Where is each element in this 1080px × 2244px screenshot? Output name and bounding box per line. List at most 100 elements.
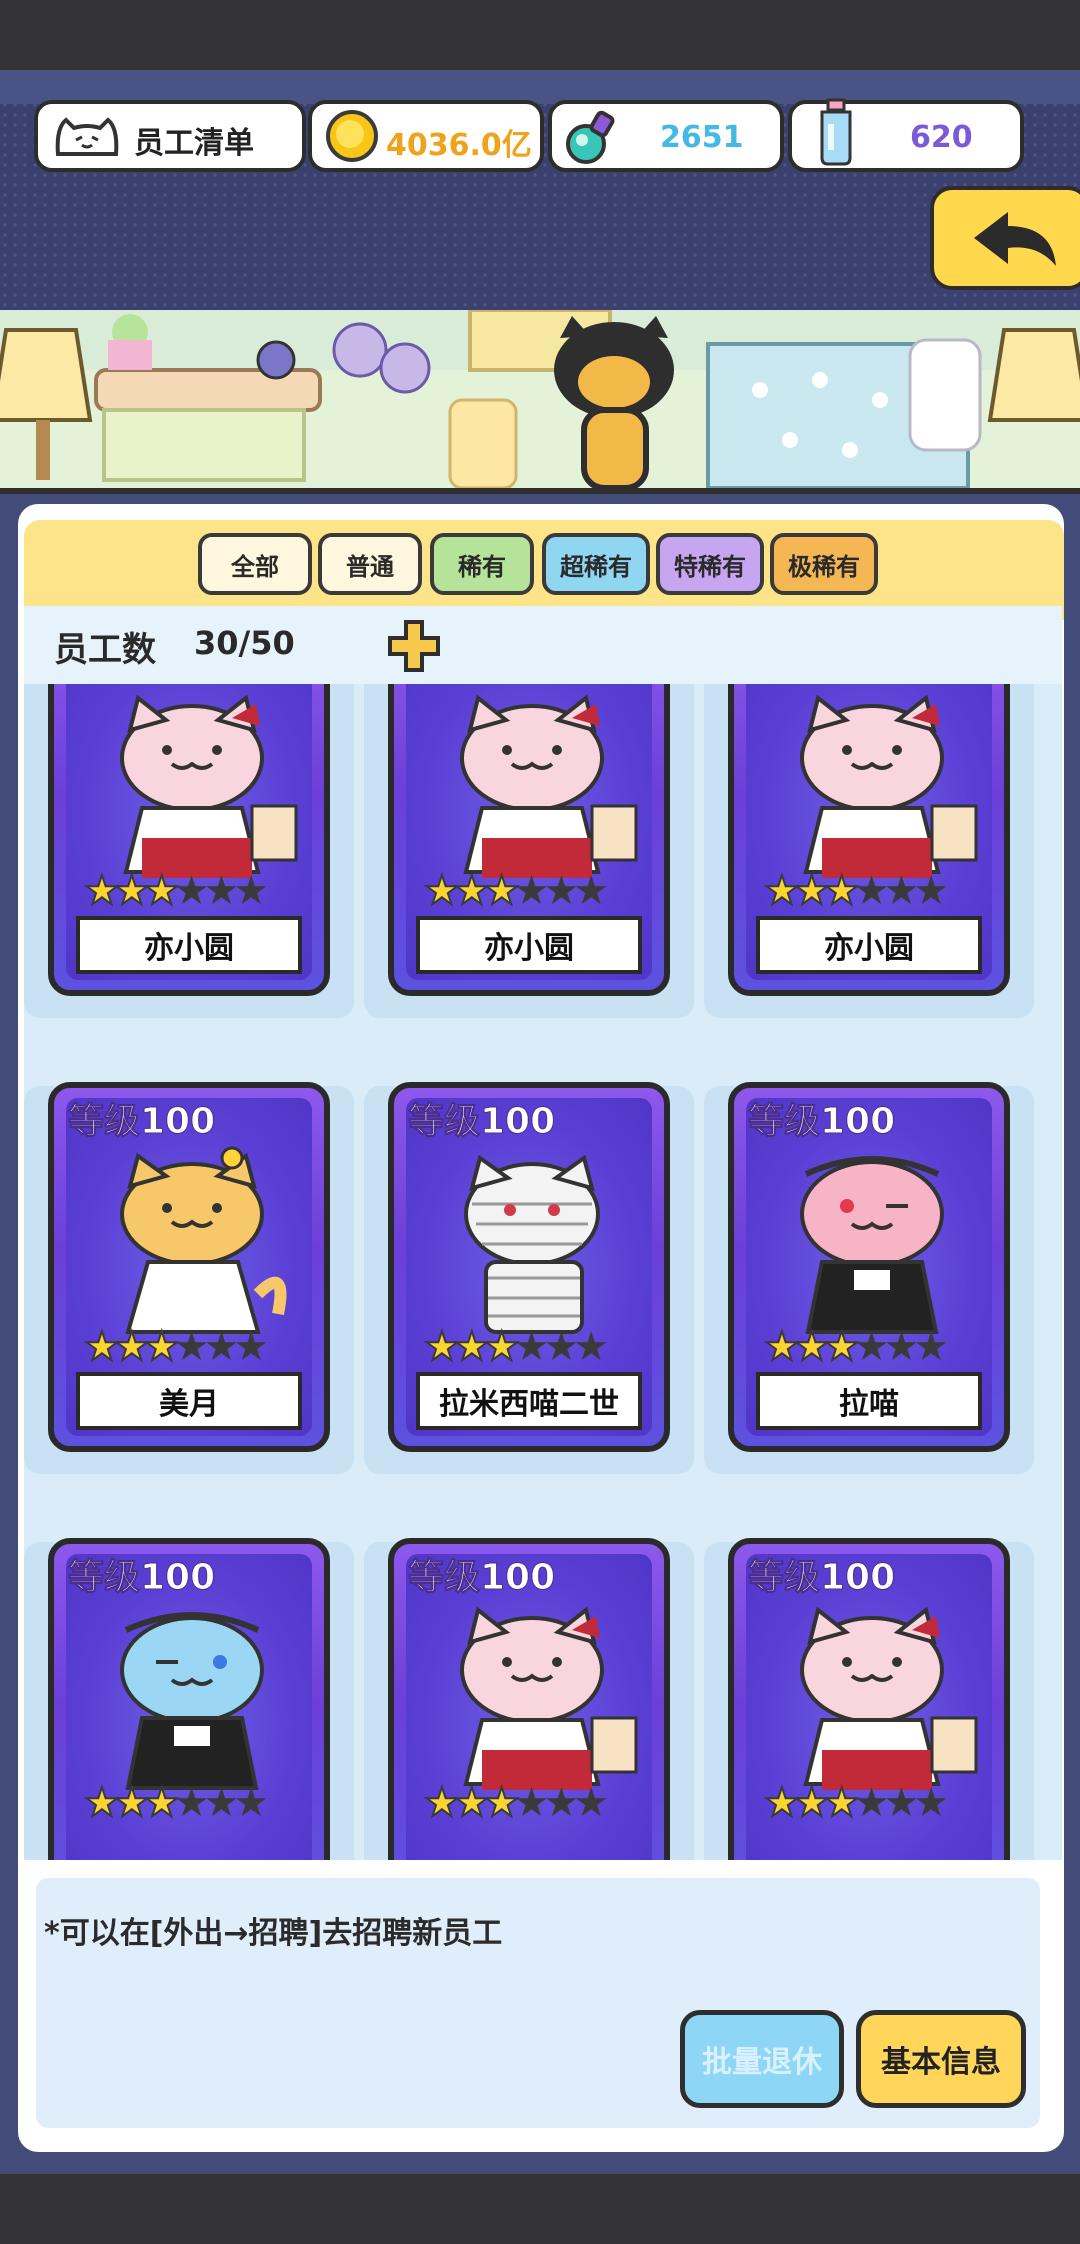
star-empty-icon: ★ bbox=[573, 1324, 609, 1370]
staff-card[interactable]: 等级100 ★★★★★★ bbox=[48, 1538, 330, 1860]
star-empty-icon: ★ bbox=[573, 1780, 609, 1826]
staff-card[interactable]: 等级100 ★★★★★★ 拉米西喵二世 bbox=[388, 1082, 670, 1452]
star-filled-icon: ★ bbox=[83, 867, 121, 915]
basic-info-button[interactable]: 基本信息 bbox=[856, 2010, 1026, 2108]
water-bottle-icon bbox=[820, 98, 852, 166]
star-filled-icon: ★ bbox=[483, 867, 521, 915]
card-stars: ★★★★★★ bbox=[83, 1779, 269, 1827]
cards-grid: 等级100★★★★★★亦小圆等级100★★★★★★亦小圆等级100★★★★★★亦… bbox=[24, 684, 1062, 1860]
star-filled-icon: ★ bbox=[823, 1779, 861, 1827]
star-empty-icon: ★ bbox=[883, 1324, 919, 1370]
card-stars: ★★★★★★ bbox=[423, 1779, 609, 1827]
potion-amount: 2651 bbox=[660, 120, 744, 155]
star-filled-icon: ★ bbox=[823, 1323, 861, 1371]
office-scene bbox=[0, 310, 1080, 494]
staff-count-label: 员工数 bbox=[54, 630, 156, 670]
star-empty-icon: ★ bbox=[543, 868, 579, 914]
star-filled-icon: ★ bbox=[83, 1323, 121, 1371]
star-filled-icon: ★ bbox=[483, 1323, 521, 1371]
star-filled-icon: ★ bbox=[83, 1779, 121, 1827]
cat-portrait bbox=[762, 1600, 982, 1790]
cat-portrait bbox=[762, 688, 982, 878]
star-empty-icon: ★ bbox=[883, 868, 919, 914]
card-stars: ★★★★★★ bbox=[83, 1323, 269, 1371]
card-name: 拉喵 bbox=[756, 1372, 982, 1430]
star-filled-icon: ★ bbox=[423, 1779, 461, 1827]
cat-face-icon bbox=[55, 117, 119, 156]
card-stars: ★★★★★★ bbox=[763, 1779, 949, 1827]
star-empty-icon: ★ bbox=[913, 868, 949, 914]
star-empty-icon: ★ bbox=[233, 1324, 269, 1370]
bottle-amount: 620 bbox=[910, 120, 973, 155]
star-filled-icon: ★ bbox=[113, 867, 151, 915]
card-stars: ★★★★★★ bbox=[83, 867, 269, 915]
staff-card[interactable]: 等级100 ★★★★★★ 拉喵 bbox=[728, 1082, 1010, 1452]
staff-card[interactable]: 等级100 ★★★★★★亦小圆 bbox=[48, 684, 330, 996]
star-empty-icon: ★ bbox=[203, 868, 239, 914]
tab-special-rare[interactable]: 特稀有 bbox=[656, 533, 764, 595]
cat-portrait bbox=[422, 688, 642, 878]
card-name: 亦小圆 bbox=[416, 916, 642, 974]
star-empty-icon: ★ bbox=[883, 1780, 919, 1826]
card-level: 等级100 bbox=[67, 1101, 216, 1143]
tab-rare[interactable]: 稀有 bbox=[430, 533, 534, 595]
star-filled-icon: ★ bbox=[143, 1779, 181, 1827]
star-filled-icon: ★ bbox=[453, 1779, 491, 1827]
card-level: 等级100 bbox=[747, 1101, 896, 1143]
staff-card[interactable]: 等级100 ★★★★★★ bbox=[728, 1538, 1010, 1860]
back-button[interactable] bbox=[930, 186, 1080, 290]
star-empty-icon: ★ bbox=[573, 868, 609, 914]
cat-portrait bbox=[82, 1600, 302, 1790]
card-level: 等级100 bbox=[67, 684, 215, 688]
card-level: 等级100 bbox=[407, 684, 555, 688]
bottle-currency-pill[interactable]: 620 bbox=[788, 98, 1024, 172]
card-level: 等级100 bbox=[747, 1557, 896, 1599]
star-empty-icon: ★ bbox=[543, 1324, 579, 1370]
star-filled-icon: ★ bbox=[793, 1779, 831, 1827]
star-filled-icon: ★ bbox=[423, 867, 461, 915]
card-name: 亦小圆 bbox=[76, 916, 302, 974]
tab-all[interactable]: 全部 bbox=[198, 533, 312, 595]
star-empty-icon: ★ bbox=[233, 1780, 269, 1826]
star-filled-icon: ★ bbox=[113, 1323, 151, 1371]
staff-card[interactable]: 等级100 ★★★★★★ bbox=[388, 1538, 670, 1860]
star-filled-icon: ★ bbox=[763, 1323, 801, 1371]
star-empty-icon: ★ bbox=[513, 1324, 550, 1370]
gold-coin-icon bbox=[326, 110, 378, 162]
card-level: 等级100 bbox=[747, 684, 895, 688]
staff-count-value: 30/50 bbox=[194, 624, 295, 662]
star-empty-icon: ★ bbox=[203, 1780, 239, 1826]
top-bar-strip bbox=[0, 70, 1080, 104]
staff-card[interactable]: 等级100 ★★★★★★ 美月 bbox=[48, 1082, 330, 1452]
star-empty-icon: ★ bbox=[913, 1780, 949, 1826]
batch-retire-button[interactable]: 批量退休 bbox=[680, 2010, 844, 2108]
card-stars: ★★★★★★ bbox=[423, 1323, 609, 1371]
card-level: 等级100 bbox=[407, 1557, 556, 1599]
star-empty-icon: ★ bbox=[513, 868, 550, 914]
staff-card[interactable]: 等级100★★★★★★亦小圆 bbox=[728, 684, 1010, 996]
star-filled-icon: ★ bbox=[793, 867, 831, 915]
staff-count-row: 员工数 30/50 bbox=[24, 606, 1062, 684]
staff-card[interactable]: 等级100★★★★★★亦小圆 bbox=[388, 684, 670, 996]
potion-currency-pill[interactable]: 2651 bbox=[548, 100, 784, 172]
star-filled-icon: ★ bbox=[763, 1779, 801, 1827]
star-empty-icon: ★ bbox=[853, 1780, 890, 1826]
tab-common[interactable]: 普通 bbox=[318, 533, 422, 595]
recruit-hint: *可以在[外出→招聘]去招聘新员工 bbox=[44, 1916, 503, 1951]
tab-super-rare[interactable]: 超稀有 bbox=[542, 533, 650, 595]
add-slot-icon[interactable] bbox=[386, 618, 442, 674]
card-stars: ★★★★★★ bbox=[763, 1323, 949, 1371]
star-empty-icon: ★ bbox=[173, 868, 210, 914]
star-empty-icon: ★ bbox=[513, 1780, 550, 1826]
card-level: 等级100 bbox=[67, 1557, 216, 1599]
staff-list-title-pill: 员工清单 bbox=[34, 100, 306, 172]
gold-currency-pill[interactable]: 4036.0亿 bbox=[308, 100, 544, 172]
cat-portrait bbox=[82, 688, 302, 878]
cat-portrait bbox=[82, 1144, 302, 1334]
page-title: 员工清单 bbox=[134, 126, 254, 161]
cat-portrait bbox=[422, 1144, 642, 1334]
star-filled-icon: ★ bbox=[453, 1323, 491, 1371]
cat-portrait bbox=[762, 1144, 982, 1334]
card-name: 亦小圆 bbox=[756, 916, 982, 974]
tab-ultra-rare[interactable]: 极稀有 bbox=[770, 533, 878, 595]
